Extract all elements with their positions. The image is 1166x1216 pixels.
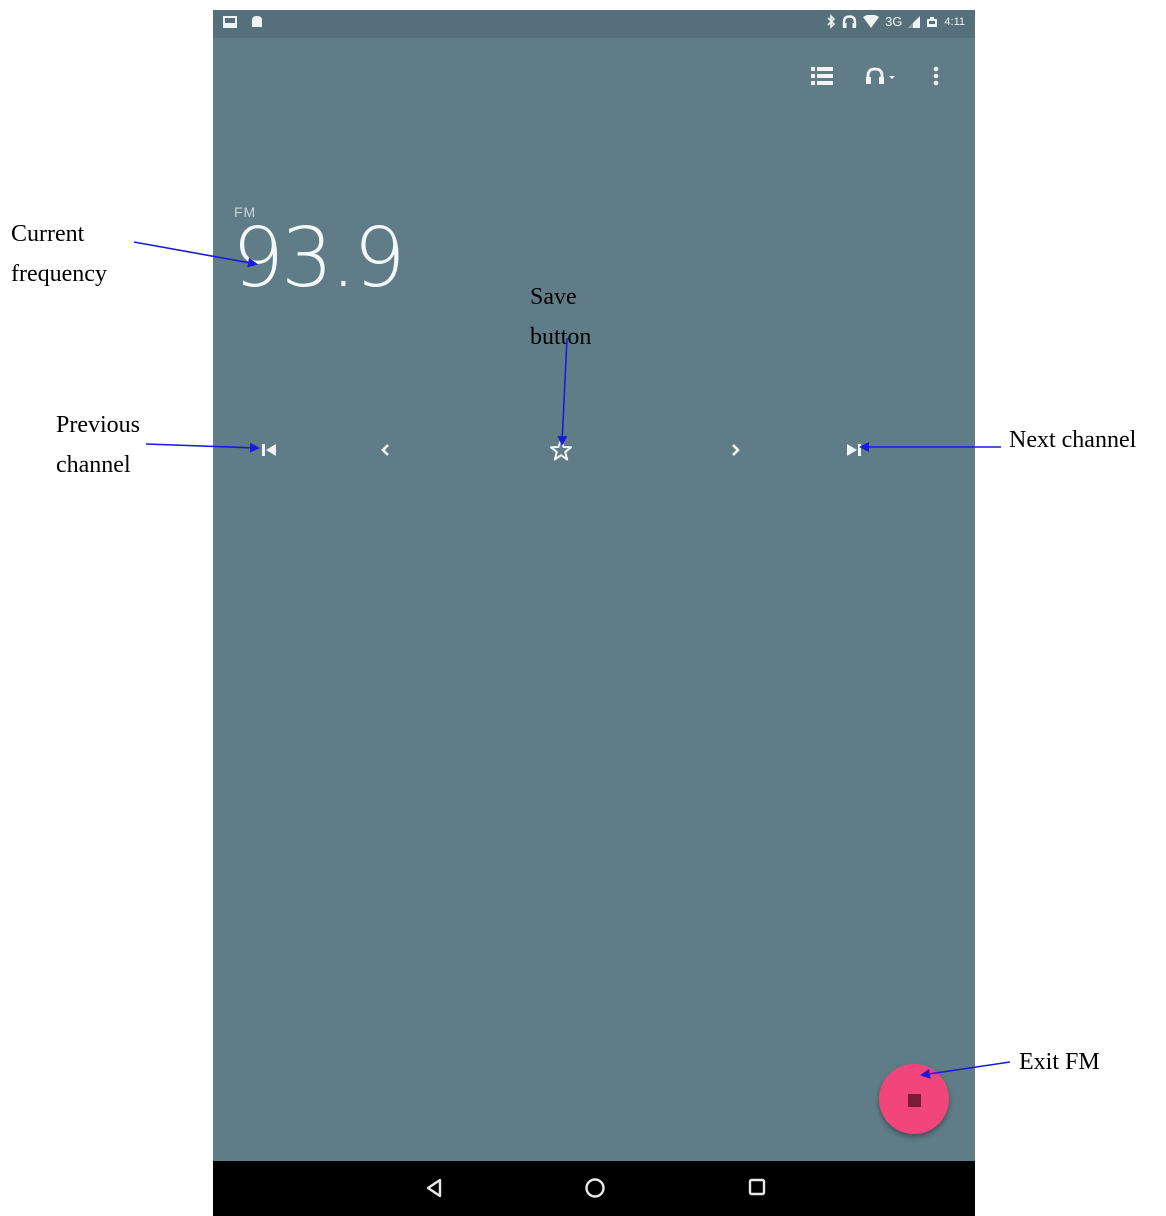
station-list-icon[interactable] bbox=[811, 66, 833, 86]
current-frequency: 93.9 bbox=[232, 211, 406, 306]
fm-radio-screen: 3G 4:11 FM 93.9 bbox=[213, 10, 975, 1216]
exit-fm-annotation: Exit FM bbox=[1019, 1049, 1100, 1075]
current-frequency-annotation: Current frequency bbox=[11, 221, 107, 287]
previous-channel-icon[interactable] bbox=[261, 443, 277, 457]
bluetooth-icon bbox=[827, 14, 836, 29]
network-type: 3G bbox=[885, 14, 903, 29]
status-bar: 3G 4:11 bbox=[213, 10, 975, 38]
status-time: 4:11 bbox=[944, 15, 965, 28]
previous-channel-annotation: Previous channel bbox=[56, 412, 140, 478]
seek-up-icon[interactable] bbox=[731, 443, 741, 457]
home-icon[interactable] bbox=[584, 1178, 606, 1200]
more-options-icon[interactable] bbox=[933, 66, 939, 86]
recents-icon[interactable] bbox=[748, 1178, 766, 1196]
signal-icon bbox=[908, 15, 921, 28]
navigation-bar bbox=[213, 1161, 975, 1216]
battery-icon bbox=[926, 16, 938, 28]
audio-output-icon[interactable] bbox=[865, 66, 901, 86]
save-button-annotation: Save button bbox=[530, 284, 592, 350]
exit-fm-button[interactable] bbox=[879, 1064, 949, 1134]
wifi-icon bbox=[863, 15, 880, 28]
next-channel-annotation: Next channel bbox=[1009, 427, 1137, 453]
headphones-icon bbox=[842, 14, 857, 29]
android-icon bbox=[251, 15, 263, 33]
back-icon[interactable] bbox=[425, 1178, 443, 1198]
favorite-star-icon[interactable] bbox=[549, 438, 573, 462]
seek-down-icon[interactable] bbox=[380, 443, 390, 457]
next-channel-icon[interactable] bbox=[846, 443, 862, 457]
stop-icon bbox=[908, 1094, 921, 1107]
image-icon bbox=[223, 15, 237, 33]
